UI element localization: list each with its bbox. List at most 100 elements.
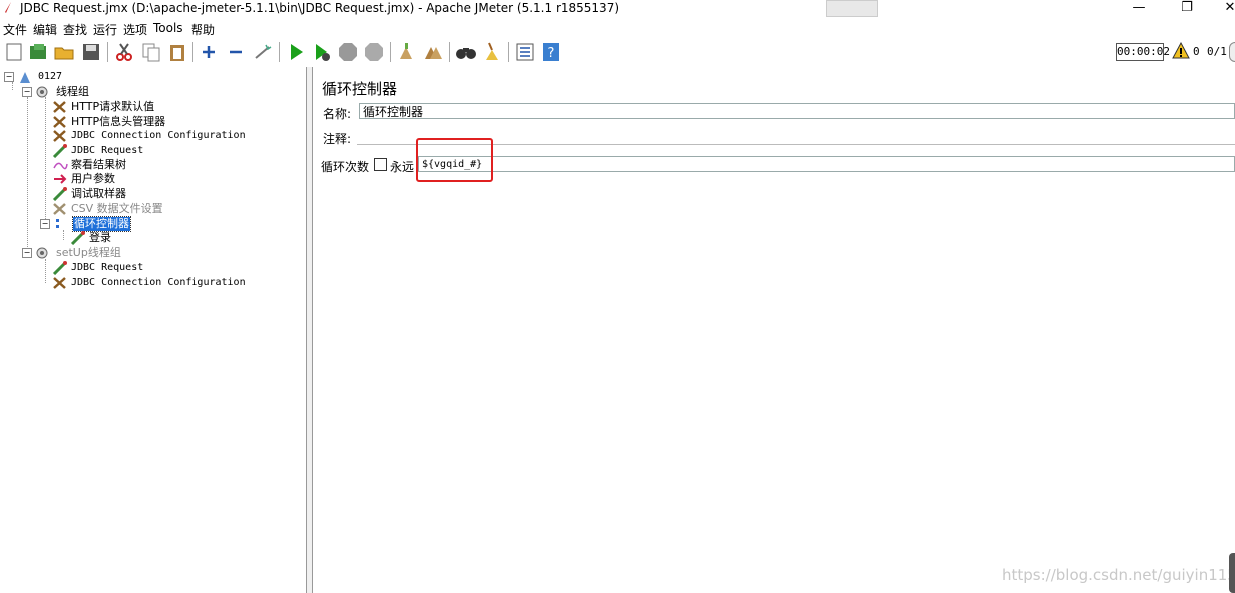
- toggle-button[interactable]: [252, 41, 274, 63]
- config-tool-icon: [53, 116, 66, 128]
- start-no-pauses-button[interactable]: [311, 41, 333, 63]
- menu-run[interactable]: 运行: [93, 21, 117, 38]
- open-button[interactable]: [53, 41, 75, 63]
- toolbar-separator: [390, 42, 391, 62]
- gear-icon: [36, 86, 48, 98]
- watermark: https://blog.csdn.net/guiyin1150: [1002, 566, 1235, 584]
- toolbar: ? 00:00:02 0 0/1: [0, 37, 1235, 68]
- ime-toolbar[interactable]: [826, 0, 878, 17]
- minimize-button[interactable]: —: [1124, 0, 1154, 18]
- elapsed-timer: 00:00:02: [1116, 43, 1170, 61]
- templates-button[interactable]: [27, 41, 49, 63]
- comment-label: 注释:: [323, 132, 352, 146]
- menu-help[interactable]: 帮助: [191, 21, 215, 38]
- shutdown-button[interactable]: [363, 41, 385, 63]
- loop-count-field[interactable]: ${vgqid_#}: [418, 156, 1235, 172]
- menu-search[interactable]: 查找: [63, 21, 87, 38]
- sampler-icon: [52, 261, 67, 275]
- new-button[interactable]: [3, 41, 25, 63]
- menu-file[interactable]: 文件: [3, 21, 27, 38]
- menu-options[interactable]: 选项: [123, 21, 147, 38]
- save-icon: [83, 44, 99, 60]
- binoculars-icon: [456, 48, 476, 59]
- svg-text:?: ?: [548, 46, 555, 61]
- toolbar-separator: [508, 42, 509, 62]
- start-button[interactable]: [285, 41, 307, 63]
- new-file-icon: [6, 43, 22, 61]
- warning-count: 0: [1193, 45, 1200, 58]
- play-no-timers-icon: [316, 44, 330, 61]
- toolbar-separator: [107, 42, 108, 62]
- status-indicator-icon: [1229, 42, 1235, 62]
- config-tool-icon: [53, 101, 66, 113]
- tree-connector: [45, 259, 46, 283]
- search-button[interactable]: [455, 41, 477, 63]
- broom-icon: [486, 42, 498, 60]
- test-plan-icon: [20, 72, 30, 83]
- save-button[interactable]: [80, 41, 102, 63]
- open-folder-icon: [54, 47, 74, 60]
- copy-icon: [142, 43, 160, 62]
- title-bar: JDBC Request.jmx (D:\apache-jmeter-5.1.1…: [0, 0, 1235, 18]
- name-label: 名称:: [323, 107, 352, 121]
- logic-controller-icon: [56, 219, 59, 228]
- paste-icon: [170, 45, 184, 61]
- tree-connector: [12, 82, 13, 90]
- preprocessor-icon: [54, 174, 67, 184]
- collapse-toggle[interactable]: −: [4, 72, 14, 82]
- side-scroll-tab[interactable]: [1229, 553, 1235, 593]
- help-icon: ?: [543, 43, 559, 61]
- collapse-all-button[interactable]: [225, 41, 247, 63]
- test-plan-tree: − 0127 − 线程组 HTTP请求默认值 HTTP信息头管理器 JDBC C…: [0, 67, 307, 593]
- forever-checkbox[interactable]: [374, 158, 387, 171]
- wand-icon: [255, 44, 272, 59]
- paste-button[interactable]: [166, 41, 188, 63]
- broom-clear-all-icon: [425, 47, 442, 59]
- tree-connector: [27, 97, 28, 253]
- jmeter-feather-icon: [5, 2, 11, 13]
- broom-clear-icon: [400, 43, 412, 59]
- expand-all-button[interactable]: [198, 41, 220, 63]
- collapse-toggle[interactable]: −: [22, 248, 32, 258]
- warning-icon[interactable]: [1172, 42, 1190, 60]
- window-title: JDBC Request.jmx (D:\apache-jmeter-5.1.1…: [20, 1, 620, 15]
- stop-button[interactable]: [337, 41, 359, 63]
- reset-search-button[interactable]: [481, 41, 503, 63]
- stop-icon: [339, 43, 357, 61]
- list-icon: [516, 43, 534, 61]
- active-threads: 0/1: [1207, 45, 1227, 58]
- name-row: 名称: 循环控制器: [321, 103, 1235, 121]
- menu-tools[interactable]: Tools: [153, 21, 183, 35]
- close-button[interactable]: ✕: [1215, 0, 1235, 18]
- sampler-icon: [52, 187, 67, 201]
- collapse-toggle[interactable]: −: [40, 219, 50, 229]
- config-tool-icon: [53, 130, 66, 142]
- toolbar-separator: [192, 42, 193, 62]
- copy-button[interactable]: [140, 41, 162, 63]
- function-helper-button[interactable]: [514, 41, 536, 63]
- listener-icon: [53, 162, 68, 170]
- config-tool-icon: [53, 203, 66, 215]
- scissors-icon: [116, 43, 132, 61]
- help-button[interactable]: ?: [540, 41, 562, 63]
- templates-icon: [30, 44, 46, 59]
- play-icon: [291, 44, 303, 60]
- config-tool-icon: [53, 277, 66, 289]
- minus-icon: [230, 50, 242, 54]
- sampler-icon: [52, 144, 67, 158]
- annotation-highlight-box: [416, 138, 493, 182]
- collapse-toggle[interactable]: −: [22, 87, 32, 97]
- tree-connector: [63, 230, 64, 240]
- cut-button[interactable]: [113, 41, 135, 63]
- name-field[interactable]: 循环控制器: [359, 103, 1235, 119]
- clear-button[interactable]: [396, 41, 418, 63]
- restore-button[interactable]: ❐: [1172, 0, 1202, 18]
- sampler-icon: [70, 231, 85, 245]
- gear-icon: [36, 247, 48, 259]
- menu-bar: 文件 编辑 查找 运行 选项 Tools 帮助: [0, 19, 1235, 37]
- clear-all-button[interactable]: [422, 41, 444, 63]
- plus-icon: [203, 46, 215, 58]
- menu-edit[interactable]: 编辑: [33, 21, 57, 38]
- shutdown-icon: [365, 43, 383, 61]
- toolbar-separator: [449, 42, 450, 62]
